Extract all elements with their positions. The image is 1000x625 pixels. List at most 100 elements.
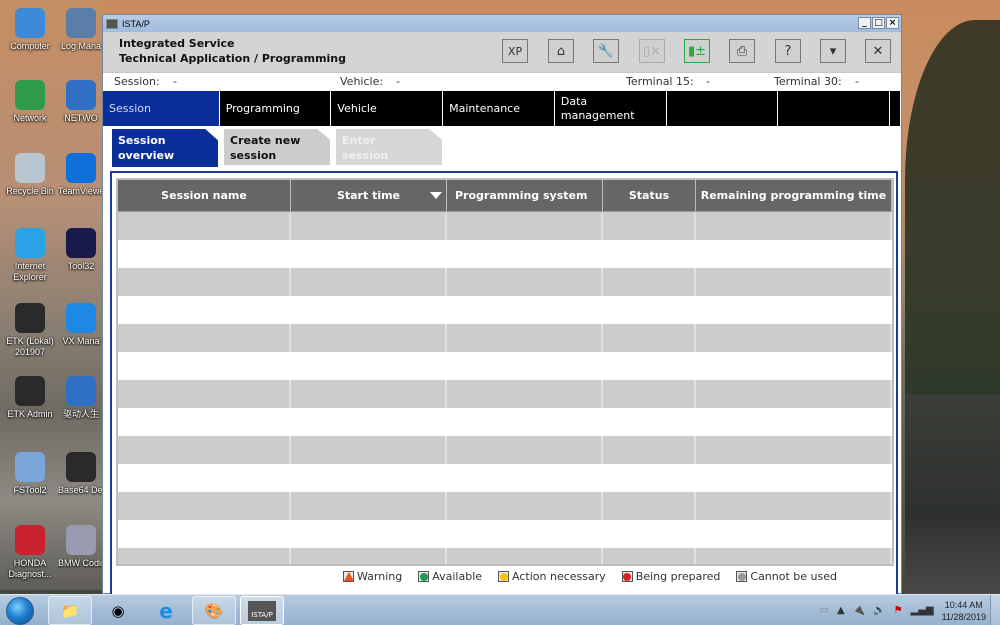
table-row[interactable] [118, 492, 892, 520]
nav-tab[interactable]: Data management [554, 91, 666, 126]
clock[interactable]: 10:44 AM 11/28/2019 [942, 599, 986, 623]
desktop-icon[interactable]: Log Mana [58, 8, 104, 52]
maximize-button[interactable]: □ [872, 17, 885, 29]
table-cell [696, 464, 892, 492]
show-hidden-icons-icon[interactable]: ▲ [837, 605, 845, 616]
window-titlebar[interactable]: ISTA/P _ □ × [103, 15, 901, 32]
sort-descending-icon[interactable] [430, 192, 442, 199]
power-icon[interactable]: 🔌 [853, 605, 865, 616]
column-header[interactable]: Status [603, 180, 696, 211]
table-row[interactable] [118, 352, 892, 380]
table-cell [603, 352, 696, 380]
desktop-icon[interactable]: ETK Admin [2, 376, 58, 420]
table-cell [118, 268, 291, 296]
table-cell [118, 296, 291, 324]
desktop-icon[interactable]: Network [2, 80, 58, 124]
table-cell [291, 212, 447, 240]
desktop-icon[interactable]: Base64 Decode [58, 452, 104, 496]
terminal15-value: - [706, 75, 710, 88]
desktop-icon-label: BMW Coding Tool [58, 558, 104, 568]
vehicle-label: Vehicle: [340, 75, 384, 88]
legend-label: Available [432, 570, 483, 583]
nav-tab[interactable]: Session [103, 91, 219, 126]
table-row[interactable] [118, 240, 892, 268]
table-row[interactable] [118, 324, 892, 352]
table-row[interactable] [118, 464, 892, 492]
desktop-icon[interactable]: Computer [2, 8, 58, 52]
nav-tab[interactable]: Maintenance [443, 91, 554, 126]
column-header-label: Session name [161, 189, 247, 202]
app-title-line2: Technical Application / Programming [119, 52, 347, 65]
taskbar-internet-explorer[interactable]: e [144, 596, 188, 625]
print-button[interactable]: ⎙ [729, 39, 755, 63]
wrench-button[interactable]: 🔧 [593, 39, 619, 63]
subtab[interactable]: Session overview [112, 129, 218, 167]
table-header: Session name Start time Programming system… [118, 180, 892, 212]
column-header[interactable]: Programming system [447, 180, 603, 211]
action-center-flag-icon[interactable]: ⚑ [894, 605, 903, 616]
desktop-icon[interactable]: HONDA Diagnost... [2, 525, 58, 580]
table-row[interactable] [118, 268, 892, 296]
table-cell [447, 436, 603, 464]
column-header[interactable]: Session name [118, 180, 291, 211]
start-button[interactable] [6, 597, 34, 625]
desktop-icon[interactable]: 驱动人生 [58, 376, 104, 420]
log-manager-icon [66, 8, 96, 38]
desktop-icon[interactable]: Recycle Bin [2, 153, 58, 197]
desktop-icon-label: TeamViewer 14 [58, 186, 104, 196]
table-cell [603, 268, 696, 296]
table-row[interactable] [118, 380, 892, 408]
exit-button[interactable]: ✕ [865, 39, 891, 63]
home-button[interactable]: ⌂ [548, 39, 574, 63]
taskbar-windows-explorer[interactable]: 📁 [48, 596, 92, 625]
keyboard-icon[interactable]: ▭ [820, 605, 829, 616]
taskbar-paint[interactable]: 🎨 [192, 596, 236, 625]
network-icon [15, 80, 45, 110]
subtab[interactable]: Create new session [224, 129, 330, 165]
nav-tab[interactable] [666, 91, 778, 126]
nav-tab[interactable]: Programming [219, 91, 331, 126]
desktop-icon[interactable]: BMW Coding Tool [58, 525, 104, 569]
battery-button[interactable]: ▮± [684, 39, 710, 63]
help-button[interactable]: ? [775, 39, 801, 63]
table-cell [603, 324, 696, 352]
teamviewer-icon [66, 153, 96, 183]
volume-icon[interactable]: 🔊 [873, 605, 885, 616]
close-button[interactable]: × [886, 17, 899, 29]
table-cell [603, 240, 696, 268]
show-desktop-button[interactable] [990, 595, 1000, 625]
table-row[interactable] [118, 520, 892, 548]
table-cell [118, 436, 291, 464]
column-header[interactable]: Remaining programming time [696, 180, 892, 211]
desktop-icon[interactable]: Internet Explorer [2, 228, 58, 283]
table-row[interactable] [118, 436, 892, 464]
table-cell [447, 464, 603, 492]
nav-tab-label: Session [109, 101, 151, 115]
desktop-icon[interactable]: TeamViewer 14 [58, 153, 104, 197]
table-cell [118, 492, 291, 520]
xp-button[interactable]: XP [502, 39, 528, 63]
nav-tab[interactable] [890, 91, 900, 126]
taskbar-network-globe[interactable]: ◉ [96, 596, 140, 625]
nav-tab[interactable]: Vehicle [331, 91, 443, 126]
column-header-label: Remaining programming time [700, 189, 887, 202]
table-row[interactable] [118, 296, 892, 324]
taskbar-ista-p[interactable]: ISTA/P [240, 596, 284, 625]
signal-icon[interactable]: ▂▄▆ [911, 605, 934, 616]
nav-tab[interactable] [778, 91, 890, 126]
minimize-button[interactable]: _ [858, 17, 871, 29]
column-header[interactable]: Start time [291, 180, 447, 211]
desktop-icon-label: NETWO [64, 113, 98, 123]
desktop-icon[interactable]: ETK (Lokal) 201907 [2, 303, 58, 358]
minimize-panel-button[interactable]: ▾ [820, 39, 846, 63]
table-row[interactable] [118, 212, 892, 240]
table-cell [447, 352, 603, 380]
desktop-icon[interactable]: Tool32 [58, 228, 104, 272]
table-row[interactable] [118, 548, 892, 564]
table-row[interactable] [118, 408, 892, 436]
desktop-icon[interactable]: FSTool2 [2, 452, 58, 496]
desktop-icon[interactable]: VX Mana [58, 303, 104, 347]
desktop-icon[interactable]: NETWO [58, 80, 104, 124]
window-title: ISTA/P [122, 18, 150, 29]
table-cell [118, 408, 291, 436]
